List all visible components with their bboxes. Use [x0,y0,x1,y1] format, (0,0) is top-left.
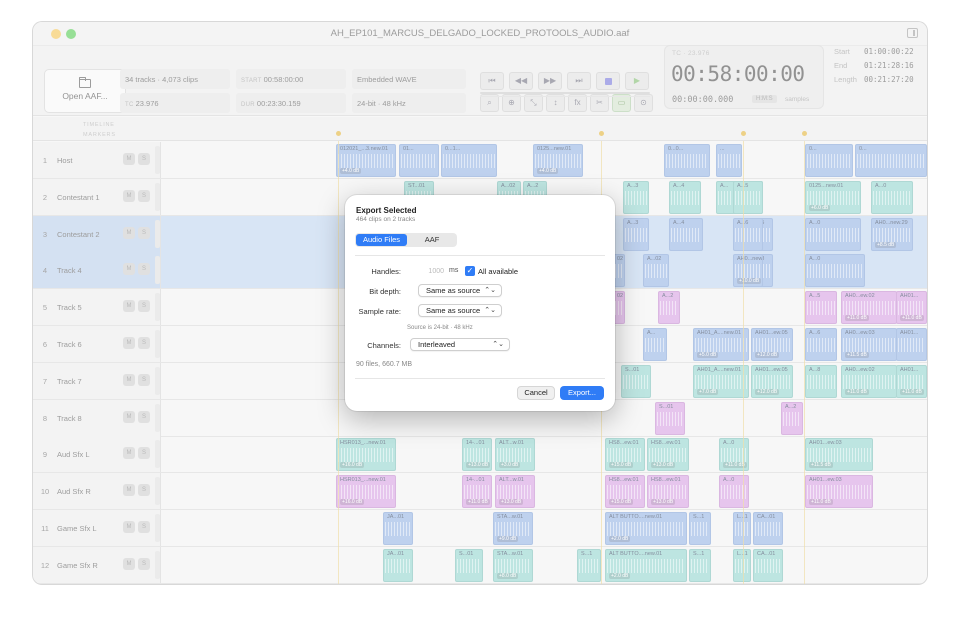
chevron-updown-icon: ⌃⌄ [484,287,496,294]
source-format-hint: Source is 24-bit · 48 kHz [407,325,473,331]
channels-value: Interleaved [418,340,456,349]
bit-depth-label: Bit depth: [369,287,401,296]
tab-audio-files[interactable]: Audio Files [356,234,407,246]
dialog-subtitle: 464 clips on 2 tracks [356,216,416,223]
bit-depth-value: Same as source [426,286,481,295]
handles-label: Handles: [371,267,401,276]
chevron-updown-icon: ⌃⌄ [484,307,496,314]
sample-rate-value: Same as source [426,306,481,315]
channels-label: Channels: [367,341,401,350]
sample-rate-label: Sample rate: [358,307,401,316]
export-type-segmented-control: Audio Files AAF [355,233,457,247]
cancel-button[interactable]: Cancel [517,386,555,400]
export-button[interactable]: Export... [560,386,604,400]
chevron-updown-icon: ⌃⌄ [492,341,504,348]
export-summary: 90 files, 660.7 MB [356,361,413,368]
all-available-label: All available [478,267,519,276]
tab-aaf[interactable]: AAF [408,234,456,246]
handles-input[interactable]: 1000 [420,266,446,277]
all-available-checkbox[interactable]: ✓ [465,266,475,276]
divider [355,378,605,379]
sample-rate-select[interactable]: Same as source ⌃⌄ [418,304,502,317]
divider [355,255,605,256]
handles-unit: ms [449,267,459,274]
channels-select[interactable]: Interleaved ⌃⌄ [410,338,510,351]
bit-depth-select[interactable]: Same as source ⌃⌄ [418,284,502,297]
dialog-title: Export Selected [356,206,417,215]
export-selected-dialog: Export Selected 464 clips on 2 tracks Au… [345,195,615,411]
